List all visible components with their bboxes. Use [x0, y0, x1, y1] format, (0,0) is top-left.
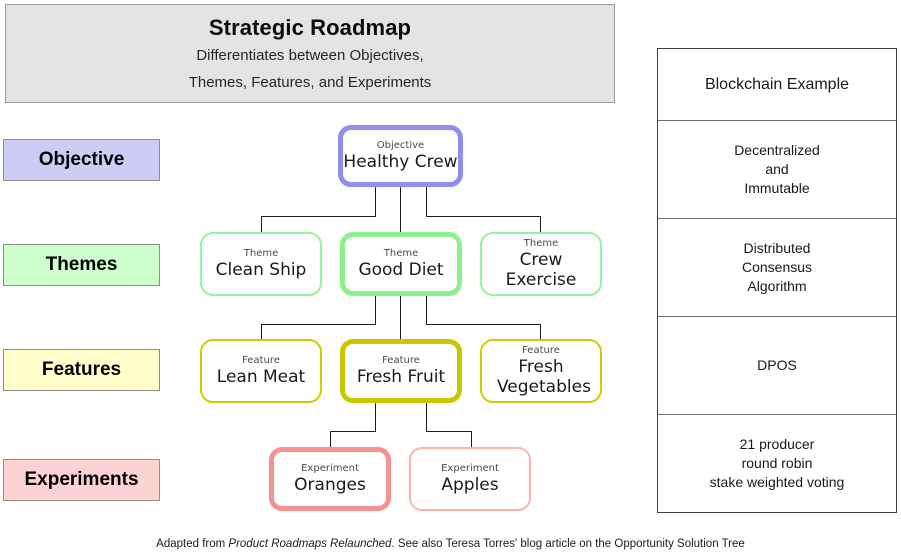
header-subtitle-line-2: Themes, Features, and Experiments — [188, 74, 432, 91]
node-theme-crew-exercise-title: Crew Exercise — [505, 250, 577, 290]
node-theme-clean-ship-kind: Theme — [243, 248, 279, 259]
node-objective-healthy-crew[interactable]: Objective Healthy Crew — [338, 125, 463, 187]
node-theme-good-diet-kind: Theme — [383, 248, 419, 259]
connector-objective-left-bus — [261, 216, 376, 217]
node-feature-lean-meat-kind: Feature — [242, 355, 280, 366]
blockchain-table-row-3: 21 producer round robin stake weighted vot… — [658, 415, 896, 512]
page-title: Strategic Roadmap — [208, 15, 412, 40]
category-label-features-text: Features — [41, 359, 122, 380]
blockchain-table-header-text: Blockchain Example — [704, 76, 850, 93]
blockchain-table-row-3-text: 21 producer round robin stake weighted vot… — [709, 436, 845, 490]
node-experiment-oranges-title: Oranges — [294, 475, 366, 495]
node-objective-title: Healthy Crew — [343, 152, 458, 172]
node-experiment-apples-title: Apples — [441, 475, 499, 495]
connector-objective-right-bus — [426, 216, 541, 217]
connector-objective-left-stub — [375, 187, 376, 216]
connector-feature-left-bus — [330, 431, 376, 432]
node-theme-crew-exercise[interactable]: Theme Crew Exercise — [480, 232, 602, 296]
connector-theme-left-drop — [261, 216, 262, 232]
node-theme-clean-ship[interactable]: Theme Clean Ship — [200, 232, 322, 296]
category-label-objective: Objective — [3, 139, 160, 181]
connector-theme-left-stub — [375, 296, 376, 325]
connector-experiment-left-drop — [330, 431, 331, 448]
blockchain-table-row-1: Distributed Consensus Algorithm — [658, 219, 896, 317]
footer-prefix: Adapted from — [156, 538, 229, 550]
connector-experiment-right-drop — [471, 431, 472, 448]
connector-objective-right-stub — [426, 187, 427, 216]
blockchain-table-row-1-text: Distributed Consensus Algorithm — [741, 240, 813, 294]
header-banner: Strategic Roadmap Differentiates between… — [5, 4, 615, 103]
node-feature-fresh-fruit[interactable]: Feature Fresh Fruit — [340, 339, 462, 403]
node-theme-crew-exercise-kind: Theme — [523, 238, 559, 249]
connector-feature-right-stub — [426, 403, 427, 432]
node-feature-lean-meat-title: Lean Meat — [216, 367, 306, 387]
node-objective-kind: Objective — [376, 140, 425, 151]
category-label-themes-text: Themes — [45, 254, 118, 275]
connector-theme-left-bus — [261, 324, 376, 325]
connector-feature-left-stub — [375, 403, 376, 432]
category-label-experiments-text: Experiments — [24, 469, 139, 490]
blockchain-table-row-0: Decentralized and Immutable — [658, 121, 896, 219]
connector-theme-right-drop — [540, 216, 541, 232]
node-experiment-apples-kind: Experiment — [441, 463, 499, 474]
node-feature-fresh-fruit-title: Fresh Fruit — [356, 367, 446, 387]
category-label-themes: Themes — [3, 244, 160, 286]
node-feature-fresh-vegetables[interactable]: Feature Fresh Vegetables — [480, 339, 602, 403]
blockchain-example-table: Blockchain Example Decentralized and Immut… — [657, 48, 897, 513]
node-theme-good-diet[interactable]: Theme Good Diet — [340, 232, 462, 296]
blockchain-table-row-2: DPOS — [658, 317, 896, 415]
category-label-experiments: Experiments — [3, 459, 160, 501]
connector-objective-center-stub — [400, 187, 401, 232]
node-feature-fresh-vegetables-title: Fresh Vegetables — [497, 357, 591, 397]
node-theme-good-diet-title: Good Diet — [358, 260, 444, 280]
footer-suffix: . See also Teresa Torres' blog article o… — [391, 538, 745, 550]
blockchain-table-row-2-text: DPOS — [757, 357, 797, 373]
node-feature-fresh-vegetables-kind: Feature — [522, 345, 560, 356]
category-label-objective-text: Objective — [38, 149, 125, 170]
connector-theme-right-stub — [426, 296, 427, 325]
connector-theme-center-stub — [400, 296, 401, 341]
connector-theme-right-bus — [426, 324, 541, 325]
footer-attribution: Adapted from Product Roadmaps Relaunched… — [0, 538, 901, 550]
blockchain-table-header: Blockchain Example — [658, 49, 896, 121]
node-experiment-apples[interactable]: Experiment Apples — [409, 447, 531, 511]
connector-feature-right-bus — [426, 431, 472, 432]
connector-feature-left-drop — [261, 324, 262, 340]
connector-feature-right-drop — [540, 324, 541, 340]
blockchain-table-row-0-text: Decentralized and Immutable — [734, 142, 820, 196]
node-feature-fresh-fruit-kind: Feature — [382, 355, 420, 366]
footer-book-title: Product Roadmaps Relaunched — [228, 538, 392, 550]
header-subtitle-line-1: Differentiates between Objectives, — [196, 47, 424, 64]
node-feature-lean-meat[interactable]: Feature Lean Meat — [200, 339, 322, 403]
node-theme-clean-ship-title: Clean Ship — [215, 260, 307, 280]
category-label-features: Features — [3, 349, 160, 391]
node-experiment-oranges[interactable]: Experiment Oranges — [269, 447, 391, 511]
node-experiment-oranges-kind: Experiment — [301, 463, 359, 474]
